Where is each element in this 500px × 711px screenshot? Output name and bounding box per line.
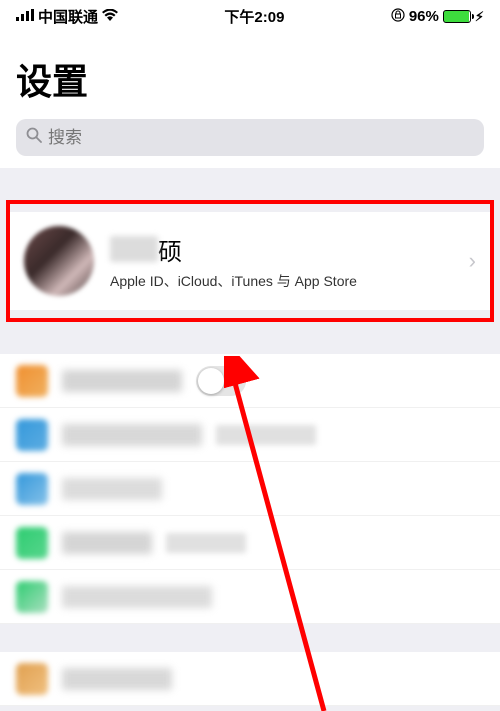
carrier-label: 中国联通	[38, 6, 98, 27]
profile-section: 硕 Apple ID、iCloud、iTunes 与 App Store ›	[0, 204, 500, 318]
profile-name-visible: 硕	[158, 232, 182, 267]
list-item[interactable]	[0, 652, 500, 706]
settings-icon	[16, 473, 48, 505]
battery-percent: 96%	[409, 8, 439, 25]
list-item[interactable]	[0, 570, 500, 624]
status-left: 中国联通	[16, 6, 118, 27]
wifi-icon	[102, 8, 118, 25]
list-label	[62, 424, 202, 446]
signal-icon	[16, 8, 34, 25]
apple-id-row[interactable]: 硕 Apple ID、iCloud、iTunes 与 App Store ›	[8, 212, 492, 310]
list-item[interactable]	[0, 462, 500, 516]
status-time: 下午2:09	[224, 6, 284, 27]
list-label	[62, 586, 212, 608]
header: 设置	[0, 33, 500, 168]
list-label	[62, 370, 182, 392]
toggle-switch[interactable]	[196, 366, 246, 396]
settings-list-2	[0, 652, 500, 706]
search-input[interactable]	[48, 128, 474, 148]
list-item[interactable]	[0, 354, 500, 408]
settings-icon	[16, 419, 48, 451]
status-bar: 中国联通 下午2:09 96% ⚡︎	[0, 0, 500, 33]
profile-text: 硕 Apple ID、iCloud、iTunes 与 App Store	[110, 232, 453, 291]
orientation-lock-icon	[391, 8, 405, 26]
search-icon	[26, 127, 42, 148]
battery-icon	[443, 10, 471, 23]
list-value	[166, 533, 246, 553]
settings-list	[0, 354, 500, 624]
settings-icon	[16, 663, 48, 695]
list-item[interactable]	[0, 408, 500, 462]
list-label	[62, 668, 172, 690]
list-label	[62, 478, 162, 500]
profile-name: 硕	[110, 232, 453, 267]
profile-subtitle: Apple ID、iCloud、iTunes 与 App Store	[110, 271, 453, 291]
list-item[interactable]	[0, 516, 500, 570]
settings-icon	[16, 581, 48, 613]
avatar	[24, 226, 94, 296]
status-right: 96% ⚡︎	[391, 8, 484, 26]
chevron-right-icon: ›	[469, 248, 476, 274]
settings-icon	[16, 527, 48, 559]
page-title: 设置	[16, 53, 484, 105]
list-value	[216, 425, 316, 445]
list-label	[62, 532, 152, 554]
charging-icon: ⚡︎	[475, 9, 484, 25]
settings-icon	[16, 365, 48, 397]
search-bar[interactable]	[16, 119, 484, 156]
